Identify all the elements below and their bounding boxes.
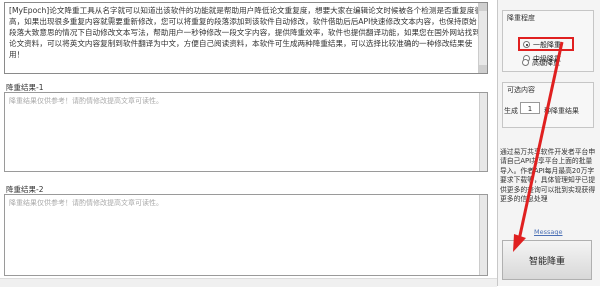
radio-icon[interactable] (522, 59, 529, 66)
result-1-placeholder: 降重结果仅供参考！请酌情修改提高文章可读性。 (9, 97, 163, 105)
optional-group: 可选内容 (502, 82, 594, 128)
result-2-area[interactable]: 降重结果仅供参考！请酌情修改提高文章可读性。 (4, 194, 488, 276)
result-2-scrollbar[interactable] (479, 195, 487, 275)
scroll-down-arrow-icon[interactable] (479, 65, 487, 73)
optional-title: 可选内容 (507, 86, 535, 94)
settings-panel: 降重程度 一般降重 中级降重 高级降重 可选内容 生成 1 种降重结果 通过易万… (497, 0, 600, 286)
source-scrollbar[interactable] (478, 3, 487, 73)
result-1-area[interactable]: 降重结果仅供参考！请酌情修改提高文章可读性。 (4, 92, 488, 172)
smart-rewrite-button[interactable]: 智能降重 (502, 240, 592, 280)
degree-title: 降重程度 (507, 14, 535, 22)
quantity-label: 生成 (504, 107, 518, 115)
quantity-input[interactable]: 1 (520, 102, 540, 114)
result-2-placeholder: 降重结果仅供参考！请酌情修改提高文章可读性。 (9, 199, 163, 207)
message-link[interactable]: Message (534, 228, 563, 236)
description-text: 通过易万共享软件开发者平台申请自己API共享平台上面的批量导入。作者API每月最… (500, 148, 596, 204)
option-advanced[interactable]: 高级降重 (522, 57, 560, 68)
option-advanced-label: 高级降重 (532, 58, 560, 67)
highlight-frame (518, 37, 574, 51)
scroll-up-arrow-icon[interactable] (479, 3, 487, 11)
source-text-area[interactable]: [MyEpoch]论文降重工具从名字就可以知道出该软件的功能就是帮助用户降低论文… (4, 2, 488, 74)
quantity-unit: 种降重结果 (544, 107, 579, 115)
source-text: [MyEpoch]论文降重工具从名字就可以知道出该软件的功能就是帮助用户降低论文… (9, 6, 483, 59)
result-1-scrollbar[interactable] (479, 93, 487, 171)
